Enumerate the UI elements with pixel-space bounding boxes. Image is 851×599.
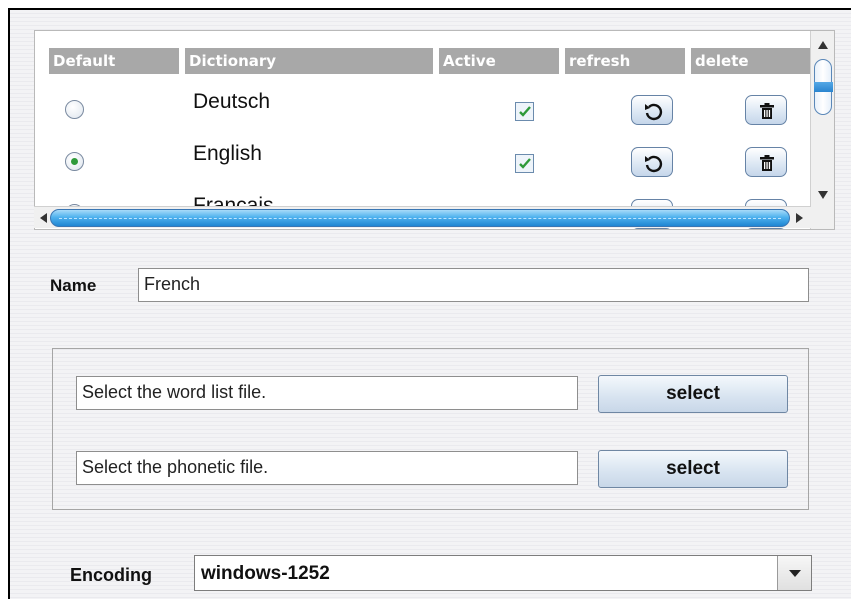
default-radio[interactable] [65, 100, 84, 119]
header-active[interactable]: Active [439, 48, 559, 74]
wordlist-file-field[interactable]: Select the word list file. [76, 376, 578, 410]
encoding-value: windows-1252 [201, 563, 330, 584]
horizontal-scrollbar[interactable] [34, 206, 811, 228]
trash-icon [760, 155, 774, 171]
header-dictionary[interactable]: Dictionary [185, 48, 433, 74]
scroll-right-arrow-icon[interactable] [796, 213, 803, 223]
header-default[interactable]: Default [49, 48, 179, 74]
vertical-scrollbar[interactable] [810, 31, 834, 229]
table-header: Default Dictionary Active refresh delete [49, 48, 811, 74]
vertical-scroll-thumb[interactable] [814, 59, 833, 115]
chevron-down-icon[interactable] [777, 556, 811, 590]
select-phonetic-button[interactable]: select [598, 450, 788, 488]
scroll-up-arrow-icon[interactable] [818, 41, 828, 49]
active-checkbox[interactable] [515, 154, 534, 173]
phonetic-file-field[interactable]: Select the phonetic file. [76, 451, 578, 485]
name-input[interactable]: French [138, 268, 809, 302]
table-row: English [49, 138, 811, 184]
scroll-left-arrow-icon[interactable] [40, 213, 47, 223]
refresh-icon [645, 103, 663, 121]
select-wordlist-button[interactable]: select [598, 375, 788, 413]
header-delete[interactable]: delete [691, 48, 811, 74]
encoding-select[interactable]: windows-1252 [194, 555, 812, 591]
default-radio-selected[interactable] [65, 152, 84, 171]
delete-button[interactable] [745, 95, 787, 125]
refresh-button[interactable] [631, 147, 673, 177]
encoding-label: Encoding [70, 565, 152, 585]
refresh-icon [645, 155, 663, 173]
refresh-button[interactable] [631, 95, 673, 125]
delete-button[interactable] [745, 147, 787, 177]
dictionary-table: Default Dictionary Active refresh delete… [34, 30, 835, 230]
name-label: Name [50, 276, 97, 295]
active-checkbox[interactable] [515, 102, 534, 121]
scroll-down-arrow-icon[interactable] [818, 191, 828, 199]
horizontal-scroll-thumb[interactable] [50, 209, 790, 227]
dictionary-name: English [193, 142, 262, 165]
trash-icon [760, 103, 774, 119]
header-refresh[interactable]: refresh [565, 48, 685, 74]
dictionary-name: Deutsch [193, 90, 271, 113]
table-row: Deutsch [49, 86, 811, 132]
